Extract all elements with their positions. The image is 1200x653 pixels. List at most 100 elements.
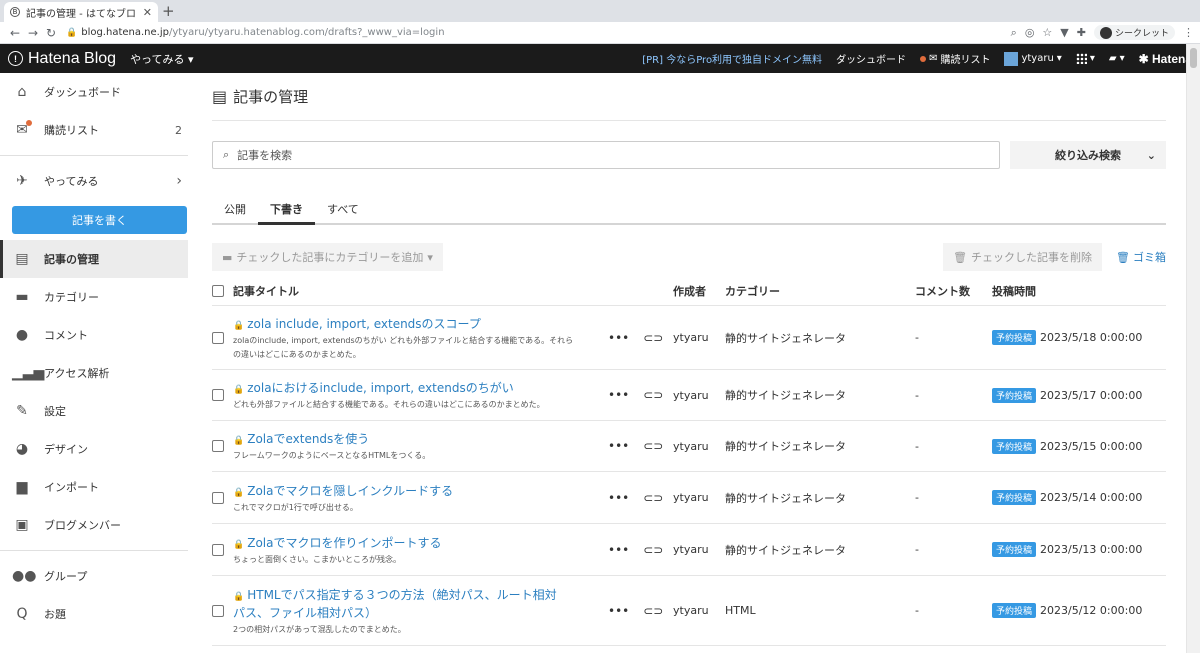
hatena-favicon-icon: B [10, 7, 20, 17]
search-input[interactable]: ⌕ 記事を検索 [212, 141, 1000, 169]
row-category[interactable]: 静的サイトジェネレータ [725, 387, 915, 403]
row-category[interactable]: 静的サイトジェネレータ [725, 330, 915, 346]
link-icon[interactable]: ⊂⊃ [643, 388, 663, 402]
more-options-icon[interactable]: ••• [608, 543, 629, 557]
article-title-link[interactable]: Zolaでマクロを作りインポートする [247, 536, 441, 550]
article-title-link[interactable]: Zolaでマクロを隠しインクルードする [247, 484, 453, 498]
tab-drafts[interactable]: 下書き [258, 195, 315, 225]
row-category[interactable]: 静的サイトジェネレータ [725, 490, 915, 506]
sidebar-item-reading-list[interactable]: ✉ 購読リスト 2 [0, 111, 188, 149]
hatena-brand[interactable]: ✱ Hatena [1139, 52, 1192, 66]
forward-icon[interactable]: → [24, 26, 42, 40]
pr-link[interactable]: [PR] 今ならPro利用で独自ドメイン無料 [642, 51, 822, 66]
sidebar-item-label: 設定 [44, 405, 66, 418]
sidebar-item-group[interactable]: ●● グループ [0, 557, 188, 595]
more-options-icon[interactable]: ••• [608, 604, 629, 618]
user-menu[interactable]: ytyaru ▾ [1004, 51, 1062, 66]
row-checkbox[interactable] [212, 440, 224, 452]
sidebar-item-design[interactable]: ◕ デザイン [0, 430, 188, 468]
chevron-right-icon: › [176, 173, 182, 189]
row-date: 2023/5/18 0:00:00 [1040, 331, 1143, 344]
sidebar-item-try[interactable]: ✈ やってみる › [0, 162, 188, 200]
write-article-button[interactable]: 記事を書く [12, 206, 187, 234]
row-date: 2023/5/12 0:00:00 [1040, 604, 1143, 617]
extension-funnel-icon[interactable]: ▼ [1060, 26, 1068, 39]
link-icon[interactable]: ⊂⊃ [643, 543, 663, 557]
article-title-link-continued[interactable]: パス、ファイル相対パス） [233, 606, 377, 620]
apps-menu[interactable]: ▾ [1075, 53, 1095, 64]
link-icon[interactable]: ⊂⊃ [643, 491, 663, 505]
sidebar-item-import[interactable]: ▆ インポート [0, 468, 188, 506]
more-options-icon[interactable]: ••• [608, 331, 629, 345]
more-options-icon[interactable]: ••• [608, 439, 629, 453]
article-description: zolaのinclude, import, extendsのちがい どれも外部フ… [233, 335, 574, 345]
article-description: どれも外部ファイルと結合する機能である。それらの違いはどこにあるのかまとめた。 [233, 400, 545, 409]
sidebar-item-analytics[interactable]: ▁▃▅ アクセス解析 [0, 354, 188, 392]
link-icon[interactable]: ⊂⊃ [643, 439, 663, 453]
header-reading-list[interactable]: ✉ 購読リスト [920, 51, 990, 66]
row-checkbox[interactable] [212, 331, 224, 344]
puzzle-icon[interactable]: ✚ [1077, 26, 1086, 39]
tracking-icon[interactable]: ◎ [1025, 26, 1035, 39]
wrench-icon: ✎ [16, 403, 28, 419]
delete-checked-label: チェックした記事を削除 [971, 251, 1093, 264]
new-tab-icon[interactable]: + [162, 2, 175, 20]
article-title-link[interactable]: zolaにおけるinclude, import, extendsのちがい [247, 381, 514, 395]
row-checkbox[interactable] [212, 491, 224, 504]
page-scrollbar[interactable] [1186, 44, 1200, 653]
try-menu[interactable]: やってみる ▾ [130, 51, 193, 67]
sidebar-item-category[interactable]: ▬ カテゴリー [0, 278, 188, 316]
row-checkbox[interactable] [212, 543, 224, 556]
trash-link[interactable]: 🗑 ゴミ箱 [1116, 249, 1166, 265]
article-title-link[interactable]: zola include, import, extendsのスコープ [247, 317, 481, 331]
sidebar-item-manage[interactable]: ▤ 記事の管理 [0, 240, 188, 278]
truck-icon: ▆ [16, 479, 28, 495]
tab-published[interactable]: 公開 [212, 195, 258, 223]
chevron-down-icon: ⌄ [1146, 148, 1156, 162]
column-category: カテゴリー [725, 284, 780, 298]
back-icon[interactable]: ← [6, 26, 24, 40]
filter-search-button[interactable]: 絞り込み検索 ⌄ [1010, 141, 1166, 169]
browser-tab[interactable]: B 記事の管理 - はてなブロ ✕ [4, 2, 158, 22]
add-category-button[interactable]: ▬ チェックした記事にカテゴリーを追加 ▾ [212, 243, 443, 271]
delete-checked-button[interactable]: 🗑 チェックした記事を削除 [943, 243, 1103, 271]
sidebar-item-members[interactable]: ▣ ブログメンバー [0, 506, 188, 544]
article-title-link[interactable]: Zolaでextendsを使う [247, 432, 369, 446]
link-icon[interactable]: ⊂⊃ [643, 331, 663, 345]
row-checkbox[interactable] [212, 389, 224, 401]
more-options-icon[interactable]: ••• [608, 491, 629, 505]
row-checkbox[interactable] [212, 604, 224, 617]
tab-all[interactable]: すべて [315, 195, 371, 223]
link-icon[interactable]: ⊂⊃ [643, 604, 663, 618]
address-bar[interactable]: 🔒 blog.hatena.ne.jp/ytyaru/ytyaru.hatena… [66, 24, 1005, 42]
sidebar-item-label: お題 [44, 608, 66, 621]
trash-icon: 🗑 [1116, 250, 1130, 264]
table-header: 記事タイトル 作成者 カテゴリー コメント数 投稿時間 [212, 276, 1166, 306]
notifications-menu[interactable]: ▰ ▾ [1109, 53, 1125, 64]
sidebar-item-settings[interactable]: ✎ 設定 [0, 392, 188, 430]
lock-icon: 🔒 [233, 436, 245, 446]
divider [0, 155, 188, 156]
scrollbar-thumb[interactable] [1190, 48, 1197, 68]
reload-icon[interactable]: ↻ [42, 26, 60, 40]
more-options-icon[interactable]: ••• [608, 388, 629, 402]
browser-menu-icon[interactable]: ⋮ [1183, 26, 1194, 39]
incognito-badge[interactable]: シークレット [1093, 25, 1175, 40]
article-title-link[interactable]: HTMLでパス指定する３つの方法（絶対パス、ルート相対 [247, 588, 556, 602]
row-category[interactable]: 静的サイトジェネレータ [725, 542, 915, 558]
sidebar-item-label: インポート [44, 481, 99, 494]
select-all-checkbox[interactable] [212, 284, 224, 297]
status-badge: 予約投稿 [992, 438, 1037, 454]
row-category[interactable]: 静的サイトジェネレータ [725, 438, 915, 454]
close-tab-icon[interactable]: ✕ [143, 6, 152, 19]
sidebar-item-topic[interactable]: Q お題 [0, 595, 188, 633]
row-category[interactable]: HTML [725, 604, 915, 617]
header-dashboard-link[interactable]: ダッシュボード [836, 51, 906, 66]
notification-dot [26, 120, 32, 126]
sidebar-item-label: 購読リスト [44, 124, 99, 137]
hatena-blog-logo[interactable]: ! Hatena Blog [8, 50, 116, 68]
sidebar-item-comment[interactable]: ● コメント [0, 316, 188, 354]
zoom-icon[interactable]: ⌕ [1011, 26, 1017, 40]
bookmark-star-icon[interactable]: ☆ [1042, 26, 1052, 39]
sidebar-item-dashboard[interactable]: ⌂ ダッシュボード [0, 73, 188, 111]
